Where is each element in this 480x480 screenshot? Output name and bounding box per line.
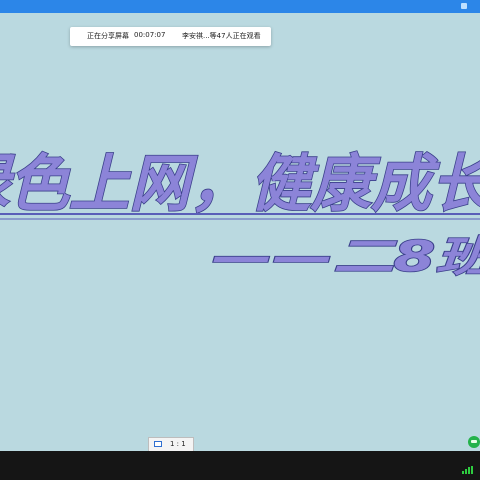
slide-title: 绿色上网，健康成长 bbox=[0, 147, 480, 220]
bottom-toolbar bbox=[0, 451, 480, 480]
share-viewers[interactable]: 李安祺...等47人正在观看 bbox=[182, 31, 261, 41]
window-control-icon[interactable] bbox=[461, 3, 467, 9]
slide-subtitle: ——二8班 bbox=[212, 232, 480, 281]
share-elapsed-time: 00:07:07 bbox=[134, 31, 166, 39]
share-status: 正在分享屏幕 bbox=[87, 32, 129, 40]
slide-graphics: 绿色上网，健康成长 ——二8班 bbox=[0, 146, 480, 282]
signal-strength-icon bbox=[462, 466, 474, 474]
shared-slide: 绿色上网，健康成长 ——二8班 bbox=[0, 13, 480, 451]
screen-share-bar[interactable]: 正在分享屏幕 00:07:07 李安祺...等47人正在观看 bbox=[70, 27, 271, 46]
top-bar bbox=[0, 0, 480, 13]
window-icon bbox=[154, 441, 162, 447]
chat-bubble-icon[interactable] bbox=[468, 436, 480, 448]
zoom-label: 1 : 1 bbox=[170, 440, 186, 448]
zoom-control[interactable]: 1 : 1 bbox=[148, 437, 194, 452]
